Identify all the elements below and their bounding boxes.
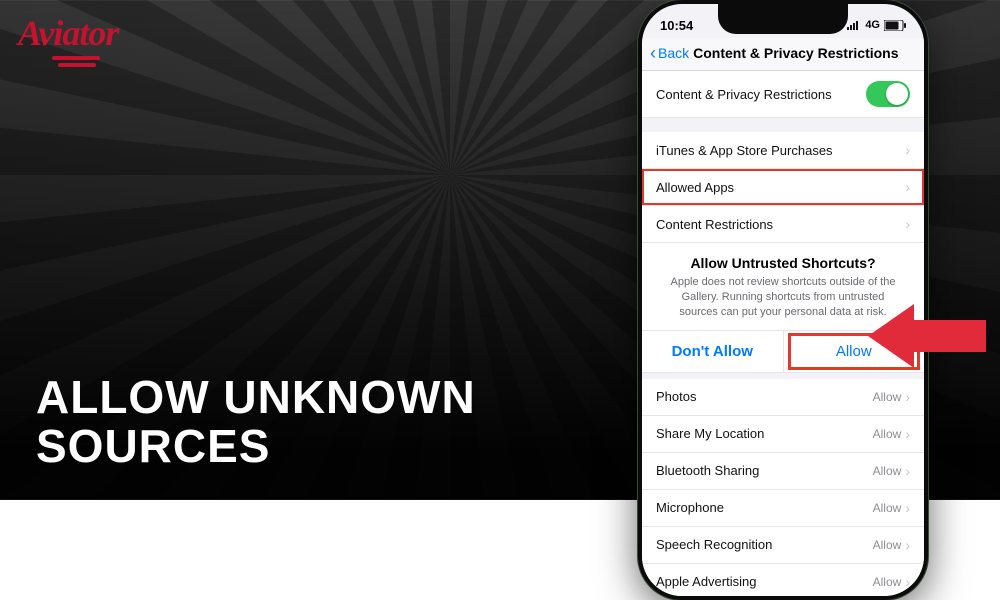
chevron-right-icon: › [905,463,910,479]
settings-row[interactable]: Content Restrictions › [642,206,924,243]
phone-notch [718,4,848,34]
settings-row[interactable]: Apple Advertising Allow› [642,564,924,600]
master-toggle-switch[interactable] [866,81,910,107]
row-value: Allow [873,575,902,589]
nav-bar: ‹ Back Content & Privacy Restrictions [642,38,924,71]
settings-row[interactable]: Bluetooth Sharing Allow› [642,453,924,490]
chevron-right-icon: › [905,389,910,405]
network-label: 4G [865,19,880,31]
row-value: Allow [873,390,902,404]
row-label: iTunes & App Store Purchases [656,143,833,158]
row-label: Share My Location [656,426,764,441]
arrow-callout-icon [868,296,988,381]
row-label: Content Restrictions [656,217,773,232]
headline: ALLOW UNKNOWN SOURCES [36,373,476,472]
status-time: 10:54 [660,18,693,33]
battery-icon [884,20,906,31]
row-value: Allow [873,464,902,478]
nav-title: Content & Privacy Restrictions [689,45,916,61]
row-label: Microphone [656,500,724,515]
row-value: Allow [873,427,902,441]
headline-line-2: SOURCES [36,422,476,472]
row-value: Allow [873,501,902,515]
dont-allow-button[interactable]: Don't Allow [642,331,783,372]
settings-row[interactable]: Share My Location Allow› [642,416,924,453]
row-label: Allowed Apps [656,180,734,195]
row-label: Bluetooth Sharing [656,463,759,478]
row-label: Photos [656,389,696,404]
chevron-left-icon: ‹ [650,44,656,62]
chevron-right-icon: › [905,500,910,516]
settings-row[interactable]: Photos Allow› [642,379,924,416]
settings-row[interactable]: Microphone Allow› [642,490,924,527]
aviator-logo: Aviator [18,12,118,67]
row-label: Apple Advertising [656,574,756,589]
back-button[interactable]: ‹ Back [650,44,689,62]
chevron-right-icon: › [905,426,910,442]
back-label: Back [658,45,689,61]
chevron-right-icon: › [905,179,910,195]
chevron-right-icon: › [905,142,910,158]
row-value: Allow [873,538,902,552]
dialog-title: Allow Untrusted Shortcuts? [658,255,908,271]
master-toggle-label: Content & Privacy Restrictions [656,87,832,102]
chevron-right-icon: › [905,216,910,232]
row-label: Speech Recognition [656,537,772,552]
settings-row[interactable]: Speech Recognition Allow› [642,527,924,564]
chevron-right-icon: › [905,537,910,553]
signal-icon [847,20,861,30]
headline-line-1: ALLOW UNKNOWN [36,373,476,423]
settings-row[interactable]: iTunes & App Store Purchases › [642,132,924,169]
chevron-right-icon: › [905,574,910,590]
master-toggle-row: Content & Privacy Restrictions [642,71,924,118]
settings-row[interactable]: Allowed Apps › [642,169,924,206]
aviator-wordmark: Aviator [18,12,118,54]
